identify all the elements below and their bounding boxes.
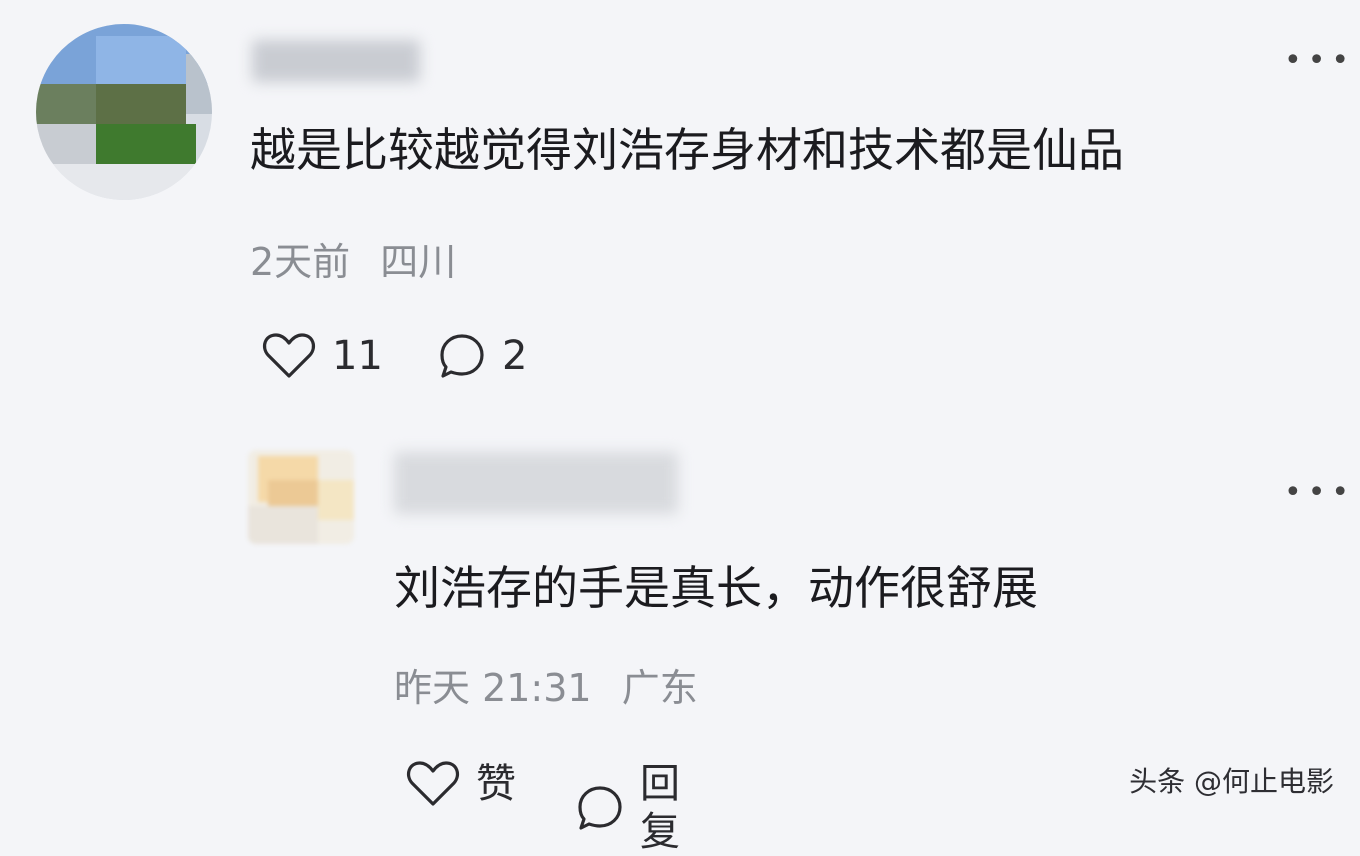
more-horizontal-icon: ••• <box>1284 43 1356 78</box>
reply-body: 刘浩存的手是真长，动作很舒展 <box>394 561 1038 615</box>
comment-location: 四川 <box>380 240 457 284</box>
heart-icon <box>262 332 316 380</box>
comment-body: 越是比较越觉得刘浩存身材和技术都是仙品 <box>250 123 1124 177</box>
reply-like-button[interactable]: 赞 <box>406 760 516 808</box>
reply-more-options-button[interactable]: ••• <box>1284 478 1355 508</box>
comment-bubble-icon <box>438 332 486 380</box>
username-redacted[interactable] <box>252 40 420 82</box>
reply-meta: 昨天 21:31 广东 <box>394 664 698 712</box>
reply-like-label: 赞 <box>476 761 516 807</box>
reply-time: 昨天 21:31 <box>394 666 592 710</box>
reply-button[interactable]: 2 <box>438 332 527 380</box>
reply-reply-label: 回复 <box>640 761 680 855</box>
comment-bubble-icon <box>576 784 624 832</box>
watermark: 头条 @何止电影 <box>1129 765 1334 798</box>
comment-meta: 2天前 四川 <box>250 238 456 286</box>
reply-username-redacted[interactable] <box>394 452 678 514</box>
like-button[interactable]: 11 <box>262 332 383 380</box>
avatar[interactable] <box>36 24 212 200</box>
heart-icon <box>406 760 460 808</box>
more-options-button[interactable]: ••• <box>1284 46 1355 76</box>
reply-reply-button[interactable]: 回复 <box>576 760 680 856</box>
more-horizontal-icon: ••• <box>1284 475 1356 510</box>
reply-location: 广东 <box>621 666 698 710</box>
reply-count: 2 <box>502 333 528 379</box>
reply-avatar[interactable] <box>248 450 354 544</box>
comment-time: 2天前 <box>250 240 351 284</box>
like-count: 11 <box>332 333 383 379</box>
